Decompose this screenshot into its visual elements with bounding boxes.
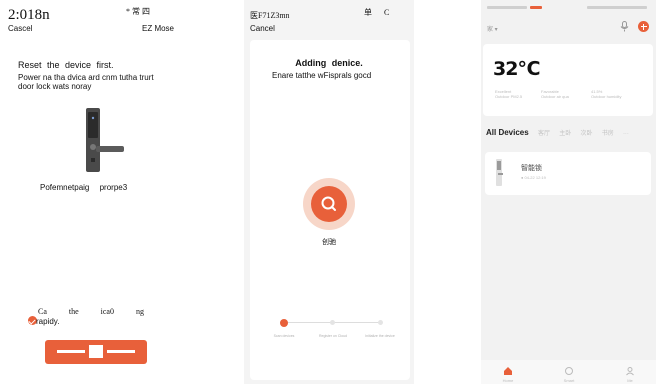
home-selector[interactable]: 家 ▾ <box>487 24 498 33</box>
device-name: 智能锁 <box>521 165 542 172</box>
weather-metric-air: Favorable Outdoor air qua <box>541 89 569 99</box>
adding-description: Enare tatthe wFisprals gocd <box>272 71 372 80</box>
instruction-title: Reset the device first. <box>18 60 114 70</box>
instruction-description: Power na tha dvica ard cnm tutha trurt d… <box>18 73 154 91</box>
step-initialize-dot <box>378 320 383 325</box>
home-icon[interactable] <box>503 366 513 376</box>
search-spinner <box>303 178 355 230</box>
status-icons: * 常 四 <box>126 7 150 16</box>
nav-label-home: Home <box>502 378 514 383</box>
door-lock-icon <box>86 108 124 172</box>
weather-metric-pm25: Excellent Outdoor PM2.5 <box>495 89 523 99</box>
smart-icon[interactable] <box>564 366 574 376</box>
add-device-icon[interactable] <box>638 21 649 32</box>
searching-status: 创驰 <box>322 239 336 246</box>
microphone-icon[interactable] <box>620 21 629 32</box>
step-scan-dot <box>280 319 288 327</box>
home-screen: 家 ▾ 32℃ Excellent Outdoor PM2.5 Favorabl… <box>481 0 656 384</box>
tab-all-devices[interactable]: All Devices <box>486 128 529 137</box>
nav-label-smart: Smart <box>563 378 575 383</box>
tabs-more-button[interactable]: ··· <box>623 131 629 137</box>
smart-lock-icon <box>496 159 503 186</box>
step-register-dot <box>330 320 335 325</box>
cancel-button[interactable]: Cascel <box>8 24 32 33</box>
reset-device-screen: 2:018n * 常 四 Cascel EZ Mose Reset the de… <box>0 0 178 384</box>
confirm-text-line1: Ca the ica0 ng <box>38 307 144 316</box>
search-icon <box>321 196 336 211</box>
device-card[interactable] <box>485 152 651 195</box>
adding-title: Adding denice. <box>295 58 363 68</box>
adding-device-screen: 医F71Z3mn 单 C Cancel Adding denice. Enare… <box>244 0 414 384</box>
confirm-text-line2: rapidy. <box>36 317 60 326</box>
weather-metric-humidity: 41.5% Outdoor humidity <box>591 89 622 99</box>
status-carrier: 医F71Z3mn <box>250 11 290 20</box>
nav-label-me: Me <box>627 378 633 383</box>
status-bar <box>487 5 647 11</box>
cancel-button[interactable]: Cancel <box>250 24 275 33</box>
weather-card <box>483 44 653 116</box>
ez-mode-button[interactable]: EZ Mose <box>142 24 174 33</box>
step-register-label: Register on Cloud <box>318 334 347 338</box>
lock-caption: Pofemnetpaig prorpe3 <box>40 183 128 192</box>
step-scan-label: Scan devices <box>273 334 295 338</box>
tab-room-1[interactable]: 客厅 <box>538 131 550 137</box>
status-icons: 单 C <box>364 8 390 17</box>
tab-room-2[interactable]: 主卧 <box>559 131 571 137</box>
next-button[interactable] <box>45 340 147 364</box>
step-initialize-label: Initialize the device <box>365 334 395 338</box>
device-status: ● 04-22 12:19 <box>521 175 546 180</box>
status-clock: 2:018n <box>8 7 50 23</box>
tab-room-4[interactable]: 书房 <box>602 131 614 137</box>
tab-room-3[interactable]: 次卧 <box>580 131 592 137</box>
temperature: 32℃ <box>493 58 540 80</box>
room-tabs: All Devices 客厅 主卧 次卧 书房 ··· <box>486 128 654 138</box>
profile-icon[interactable] <box>625 366 635 376</box>
